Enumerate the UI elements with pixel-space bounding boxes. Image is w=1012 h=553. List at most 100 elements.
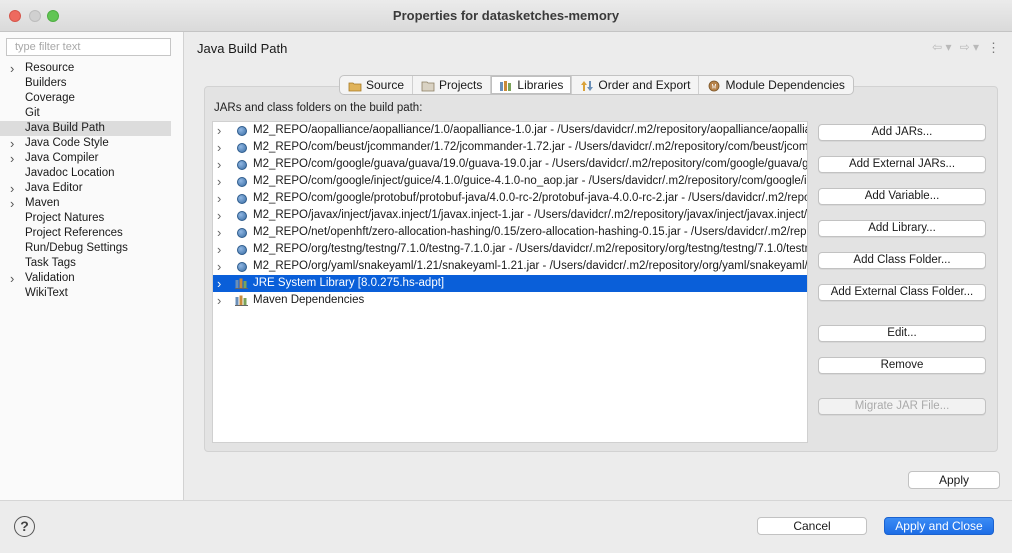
list-item[interactable]: › M2_REPO/org/testng/testng/7.1.0/testng-…: [213, 241, 807, 258]
sidebar-item-label: Java Editor: [25, 182, 83, 194]
sidebar-item-builders[interactable]: Builders: [0, 76, 171, 91]
chevron-right-icon[interactable]: ›: [217, 156, 227, 173]
add-external-class-folder-button[interactable]: Add External Class Folder...: [818, 284, 986, 301]
library-icon: [235, 295, 249, 306]
sidebar-item-wikitext[interactable]: WikiText: [0, 286, 171, 301]
jar-icon: [237, 160, 247, 170]
chevron-right-icon[interactable]: ›: [10, 196, 20, 211]
sidebar-item-run-debug-settings[interactable]: Run/Debug Settings: [0, 241, 171, 256]
chevron-right-icon[interactable]: ›: [217, 292, 227, 309]
list-item-label: M2_REPO/net/openhft/zero-allocation-hash…: [253, 226, 807, 238]
sidebar-item-maven[interactable]: › Maven: [0, 196, 171, 211]
list-item-label: Maven Dependencies: [253, 294, 365, 306]
list-item-label: M2_REPO/javax/inject/javax.inject/1/java…: [253, 209, 808, 221]
list-item-label: M2_REPO/com/google/protobuf/protobuf-jav…: [253, 192, 808, 204]
remove-button[interactable]: Remove: [818, 357, 986, 374]
list-item-label: M2_REPO/com/google/inject/guice/4.1.0/gu…: [253, 175, 807, 187]
list-item-label: M2_REPO/com/google/guava/guava/19.0/guav…: [253, 158, 808, 170]
list-item[interactable]: › M2_REPO/aopalliance/aopalliance/1.0/aop…: [213, 122, 807, 139]
title-bar: Properties for datasketches-memory: [0, 0, 1012, 32]
list-item[interactable]: › M2_REPO/javax/inject/javax.inject/1/jav…: [213, 207, 807, 224]
sidebar-item-label: Resource: [25, 62, 75, 74]
list-item[interactable]: › M2_REPO/net/openhft/zero-allocation-has…: [213, 224, 807, 241]
chevron-right-icon[interactable]: ›: [217, 258, 227, 275]
sidebar-item-label: Builders: [25, 77, 67, 89]
add-jars-button[interactable]: Add JARs...: [818, 124, 986, 141]
page-navigation: ⇦ ▾ ⇨ ▾ ⋮: [932, 40, 1000, 56]
tab-label: Order and Export: [598, 78, 691, 92]
chevron-right-icon[interactable]: ›: [10, 151, 20, 166]
tab-bar: Source Projects Libraries Order and Export M…: [339, 75, 854, 95]
chevron-right-icon[interactable]: ›: [10, 61, 20, 76]
list-item[interactable]: › M2_REPO/org/yaml/snakeyaml/1.21/snakeya…: [213, 258, 807, 275]
view-menu-icon[interactable]: ⋮: [987, 40, 1000, 56]
sidebar-item-label: Coverage: [25, 92, 75, 104]
sidebar-item-coverage[interactable]: Coverage: [0, 91, 171, 106]
chevron-right-icon[interactable]: ›: [217, 190, 227, 207]
add-class-folder-button[interactable]: Add Class Folder...: [818, 252, 986, 269]
chevron-right-icon[interactable]: ›: [10, 271, 20, 286]
chevron-right-icon[interactable]: ›: [217, 173, 227, 190]
library-icon: [235, 278, 249, 289]
list-item[interactable]: › M2_REPO/com/google/guava/guava/19.0/gua…: [213, 156, 807, 173]
list-item[interactable]: › M2_REPO/com/google/inject/guice/4.1.0/g…: [213, 173, 807, 190]
tab-projects[interactable]: Projects: [413, 76, 492, 94]
apply-button[interactable]: Apply: [908, 471, 1000, 489]
sidebar-item-label: Maven: [25, 197, 60, 209]
sidebar-item-javadoc-location[interactable]: Javadoc Location: [0, 166, 171, 181]
tab-order-and-export[interactable]: Order and Export: [572, 76, 700, 94]
svg-text:M: M: [712, 85, 717, 91]
filter-input[interactable]: [6, 38, 171, 56]
sidebar-item-validation[interactable]: › Validation: [0, 271, 171, 286]
tab-libraries[interactable]: Libraries: [491, 76, 573, 94]
sidebar-item-label: Java Compiler: [25, 152, 99, 164]
chevron-right-icon[interactable]: ›: [217, 122, 227, 139]
chevron-right-icon[interactable]: ›: [217, 224, 227, 241]
add-external-jars-button[interactable]: Add External JARs...: [818, 156, 986, 173]
sidebar-item-label: Git: [25, 107, 40, 119]
cancel-button[interactable]: Cancel: [757, 517, 867, 535]
order-export-icon: [580, 79, 594, 91]
libraries-list[interactable]: › M2_REPO/aopalliance/aopalliance/1.0/aop…: [212, 121, 808, 443]
module-icon: M: [707, 79, 721, 92]
sidebar-item-label: Validation: [25, 272, 75, 284]
list-item-label: M2_REPO/com/beust/jcommander/1.72/jcomma…: [253, 141, 808, 153]
forward-arrow-icon[interactable]: ⇨ ▾: [960, 40, 979, 56]
dialog-footer: ? Cancel Apply and Close: [0, 500, 1012, 553]
list-item[interactable]: › M2_REPO/com/google/protobuf/protobuf-ja…: [213, 190, 807, 207]
sidebar-item-java-editor[interactable]: › Java Editor: [0, 181, 171, 196]
main-content: Java Build Path ⇦ ▾ ⇨ ▾ ⋮ Source Projects…: [185, 32, 1012, 500]
list-item[interactable]: › M2_REPO/com/beust/jcommander/1.72/jcomm…: [213, 139, 807, 156]
jar-icon: [237, 177, 247, 187]
chevron-right-icon[interactable]: ›: [217, 275, 227, 292]
sidebar-item-label: WikiText: [25, 287, 68, 299]
add-library-button[interactable]: Add Library...: [818, 220, 986, 237]
sidebar-item-git[interactable]: Git: [0, 106, 171, 121]
back-arrow-icon[interactable]: ⇦ ▾: [932, 40, 951, 56]
help-icon[interactable]: ?: [14, 516, 35, 537]
list-item[interactable]: › Maven Dependencies: [213, 292, 807, 309]
chevron-right-icon[interactable]: ›: [217, 139, 227, 156]
tab-source[interactable]: Source: [340, 76, 414, 94]
chevron-right-icon[interactable]: ›: [217, 241, 227, 258]
sidebar-item-task-tags[interactable]: Task Tags: [0, 256, 171, 271]
list-item[interactable]: › JRE System Library [8.0.275.hs-adpt]: [213, 275, 807, 292]
sidebar-item-java-code-style[interactable]: › Java Code Style: [0, 136, 171, 151]
chevron-right-icon[interactable]: ›: [217, 207, 227, 224]
sidebar-item-project-natures[interactable]: Project Natures: [0, 211, 171, 226]
chevron-right-icon[interactable]: ›: [10, 136, 20, 151]
edit-button[interactable]: Edit...: [818, 325, 986, 342]
sidebar: › Resource Builders Coverage Git Java Build P…: [0, 32, 184, 500]
apply-and-close-button[interactable]: Apply and Close: [884, 517, 994, 535]
add-variable-button[interactable]: Add Variable...: [818, 188, 986, 205]
sidebar-item-java-build-path[interactable]: Java Build Path: [0, 121, 171, 136]
sidebar-item-resource[interactable]: › Resource: [0, 61, 171, 76]
window-title: Properties for datasketches-memory: [392, 8, 620, 23]
sidebar-item-project-references[interactable]: Project References: [0, 226, 171, 241]
migrate-jar-file-button[interactable]: Migrate JAR File...: [818, 398, 986, 415]
tab-module-dependencies[interactable]: M Module Dependencies: [699, 76, 852, 94]
sidebar-item-label: Task Tags: [25, 257, 76, 269]
sidebar-item-java-compiler[interactable]: › Java Compiler: [0, 151, 171, 166]
jar-icon: [237, 126, 247, 136]
chevron-right-icon[interactable]: ›: [10, 181, 20, 196]
